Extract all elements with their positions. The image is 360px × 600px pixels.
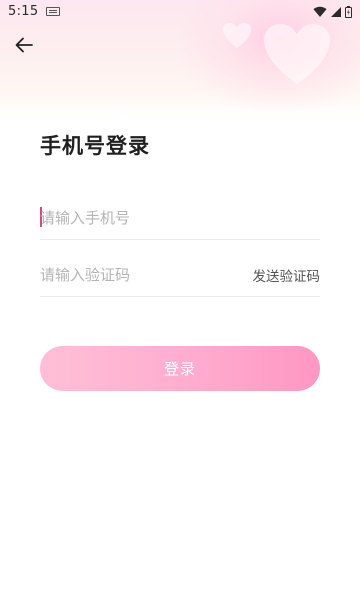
status-icons — [313, 5, 352, 19]
phone-field-row — [40, 196, 320, 240]
verification-code-input[interactable] — [40, 261, 240, 289]
back-button[interactable] — [12, 33, 36, 57]
heart-decoration-small — [223, 23, 251, 48]
signal-icon — [331, 7, 341, 17]
heart-decoration-large — [264, 24, 330, 84]
page-title: 手机号登录 — [40, 134, 150, 158]
login-button[interactable]: 登录 — [40, 346, 320, 391]
status-time: 5:15 — [8, 4, 39, 19]
battery-icon — [345, 6, 352, 18]
wifi-icon — [313, 6, 327, 17]
send-code-button[interactable]: 发送验证码 — [253, 265, 321, 285]
keyboard-icon — [46, 7, 60, 16]
login-screen: 5:15 手机号登录 发送验证码 登录 — [0, 0, 360, 600]
code-field-row: 发送验证码 — [40, 253, 320, 297]
arrow-left-icon — [15, 37, 33, 53]
phone-input[interactable] — [40, 204, 240, 232]
status-bar: 5:15 — [0, 0, 360, 24]
